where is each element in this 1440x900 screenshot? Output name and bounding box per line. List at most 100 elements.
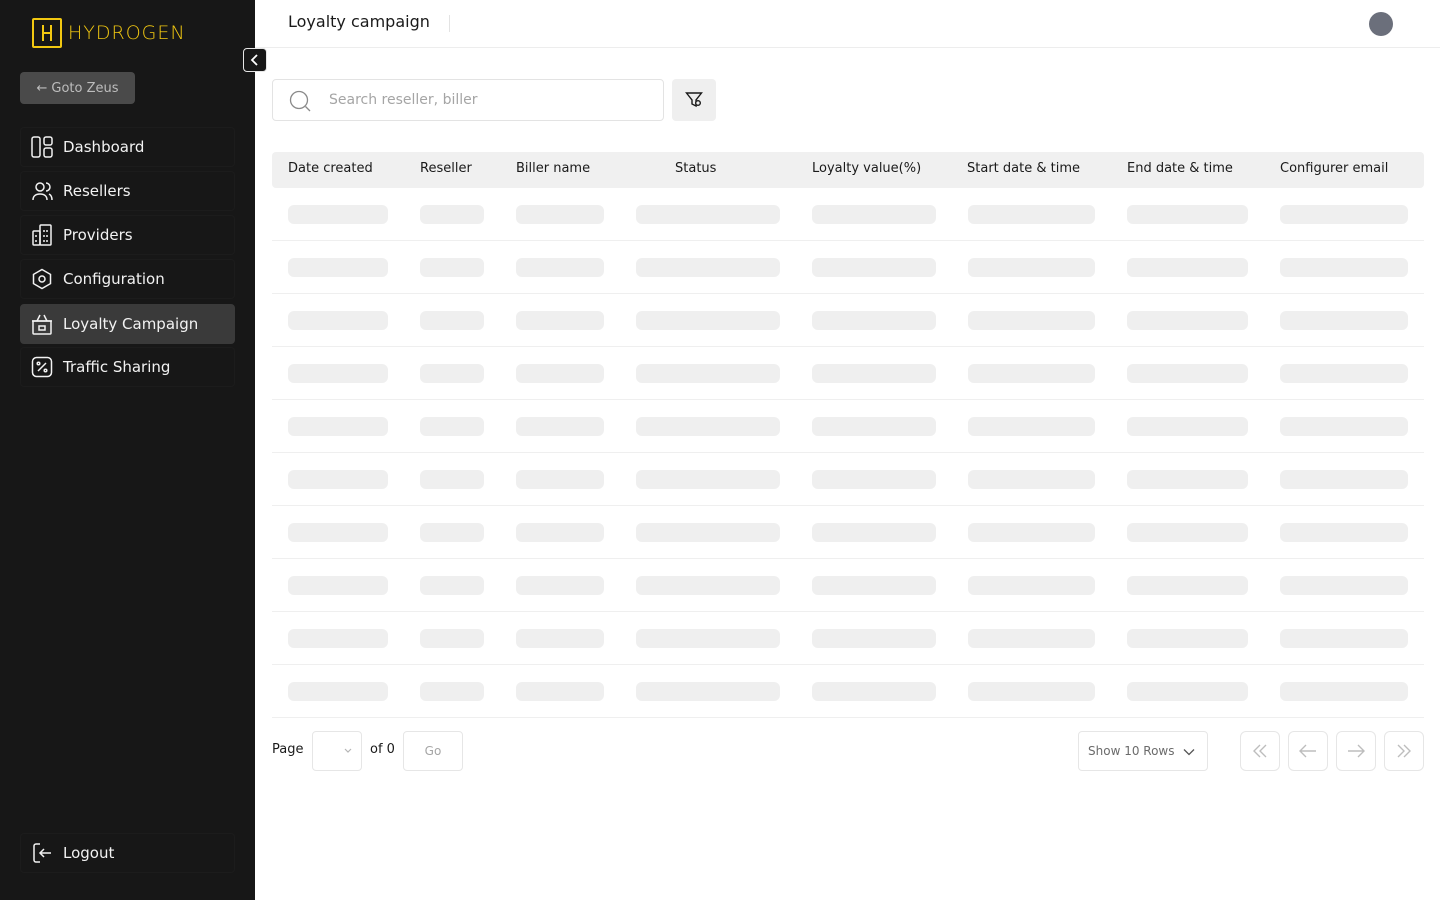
table-row bbox=[272, 559, 1424, 612]
loading-skeleton-cell bbox=[636, 311, 780, 330]
loading-skeleton-cell bbox=[1127, 258, 1248, 277]
table-row bbox=[272, 188, 1424, 241]
sidebar-item-traffic-sharing[interactable]: Traffic Sharing bbox=[20, 347, 235, 387]
loading-skeleton-cell bbox=[516, 576, 604, 595]
loading-skeleton-cell bbox=[516, 417, 604, 436]
loading-skeleton-cell bbox=[288, 682, 388, 701]
loading-skeleton-cell bbox=[1280, 470, 1408, 489]
loading-skeleton-cell bbox=[1280, 364, 1408, 383]
column-header-end-date[interactable]: End date & time bbox=[1127, 161, 1233, 176]
page-number-select[interactable] bbox=[312, 731, 362, 771]
loading-skeleton-cell bbox=[812, 417, 936, 436]
sidebar-item-label: Resellers bbox=[63, 182, 131, 200]
table-row bbox=[272, 241, 1424, 294]
sidebar-item-dashboard[interactable]: Dashboard bbox=[20, 127, 235, 167]
logo-mark-icon bbox=[32, 18, 62, 48]
table-row bbox=[272, 453, 1424, 506]
loading-skeleton-cell bbox=[1127, 417, 1248, 436]
column-header-loyalty-value[interactable]: Loyalty value(%) bbox=[812, 161, 921, 176]
table-row bbox=[272, 665, 1424, 718]
column-header-status[interactable]: Status bbox=[675, 161, 716, 176]
search-input[interactable] bbox=[329, 80, 649, 120]
first-page-button[interactable] bbox=[1240, 731, 1280, 771]
loading-skeleton-cell bbox=[516, 258, 604, 277]
loading-skeleton-cell bbox=[288, 311, 388, 330]
sidebar-item-label: Loyalty Campaign bbox=[63, 315, 199, 333]
avatar[interactable] bbox=[1369, 12, 1393, 36]
loading-skeleton-cell bbox=[420, 258, 484, 277]
loading-skeleton-cell bbox=[516, 470, 604, 489]
loading-skeleton-cell bbox=[968, 682, 1095, 701]
column-header-biller-name[interactable]: Biller name bbox=[516, 161, 590, 176]
logout-label: Logout bbox=[63, 844, 115, 862]
chevron-left-icon bbox=[250, 54, 258, 66]
previous-page-button[interactable] bbox=[1288, 731, 1328, 771]
loading-skeleton-cell bbox=[420, 417, 484, 436]
chevrons-right-icon bbox=[1397, 744, 1411, 758]
loading-skeleton-cell bbox=[1127, 205, 1248, 224]
loading-skeleton-cell bbox=[420, 364, 484, 383]
loading-skeleton-cell bbox=[516, 205, 604, 224]
loading-skeleton-cell bbox=[1127, 629, 1248, 648]
sidebar-item-resellers[interactable]: Resellers bbox=[20, 171, 235, 211]
top-header: Loyalty campaign bbox=[255, 0, 1440, 48]
filter-button[interactable] bbox=[672, 79, 716, 121]
loading-skeleton-cell bbox=[1280, 523, 1408, 542]
table-row bbox=[272, 506, 1424, 559]
building-icon bbox=[31, 224, 53, 246]
loading-skeleton-cell bbox=[1127, 523, 1248, 542]
rows-per-page-select[interactable]: Show 10 Rows bbox=[1078, 731, 1208, 771]
loading-skeleton-cell bbox=[636, 682, 780, 701]
column-header-start-date[interactable]: Start date & time bbox=[967, 161, 1080, 176]
loading-skeleton-cell bbox=[1280, 205, 1408, 224]
sidebar-item-providers[interactable]: Providers bbox=[20, 215, 235, 255]
arrow-left-icon: ← bbox=[36, 80, 48, 96]
sidebar-item-label: Providers bbox=[63, 226, 133, 244]
loading-skeleton-cell bbox=[812, 523, 936, 542]
goto-zeus-button[interactable]: ← Goto Zeus bbox=[20, 72, 135, 104]
users-icon bbox=[31, 180, 53, 202]
loading-skeleton-cell bbox=[968, 417, 1095, 436]
table-row bbox=[272, 347, 1424, 400]
arrow-left-icon bbox=[1299, 744, 1316, 758]
loading-skeleton-cell bbox=[812, 629, 936, 648]
chevrons-left-icon bbox=[1253, 744, 1267, 758]
table-header: Date created Reseller Biller name Status… bbox=[272, 152, 1424, 188]
loading-skeleton-cell bbox=[288, 470, 388, 489]
loading-skeleton-cell bbox=[968, 364, 1095, 383]
loading-skeleton-cell bbox=[420, 576, 484, 595]
brand-name: HYDROGEN bbox=[68, 22, 186, 44]
loading-skeleton-cell bbox=[288, 523, 388, 542]
page-title: Loyalty campaign bbox=[288, 12, 430, 31]
goto-zeus-label: Goto Zeus bbox=[51, 80, 119, 96]
last-page-button[interactable] bbox=[1384, 731, 1424, 771]
column-header-configurer-email[interactable]: Configurer email bbox=[1280, 161, 1388, 176]
sidebar-item-label: Traffic Sharing bbox=[63, 358, 171, 376]
loading-skeleton-cell bbox=[288, 417, 388, 436]
gift-basket-icon bbox=[31, 313, 53, 335]
chevron-down-icon bbox=[344, 748, 352, 753]
column-header-reseller[interactable]: Reseller bbox=[420, 161, 472, 176]
loading-skeleton-cell bbox=[1280, 417, 1408, 436]
table-row bbox=[272, 612, 1424, 665]
pagination: Page of 0 Go Show 10 Rows bbox=[272, 731, 1424, 771]
next-page-button[interactable] bbox=[1336, 731, 1376, 771]
go-button[interactable]: Go bbox=[403, 731, 463, 771]
sidebar-item-loyalty-campaign[interactable]: Loyalty Campaign bbox=[20, 304, 235, 344]
loading-skeleton-cell bbox=[968, 523, 1095, 542]
loading-skeleton-cell bbox=[1127, 576, 1248, 595]
loading-skeleton-cell bbox=[636, 258, 780, 277]
loading-skeleton-cell bbox=[516, 523, 604, 542]
search-icon bbox=[289, 90, 311, 116]
loading-skeleton-cell bbox=[1127, 682, 1248, 701]
loading-skeleton-cell bbox=[516, 311, 604, 330]
arrow-right-icon bbox=[1348, 744, 1365, 758]
column-header-date-created[interactable]: Date created bbox=[288, 161, 373, 176]
dashboard-icon bbox=[31, 136, 53, 158]
collapse-sidebar-button[interactable] bbox=[243, 48, 267, 72]
loading-skeleton-cell bbox=[812, 470, 936, 489]
logout-button[interactable]: Logout bbox=[20, 833, 235, 873]
loading-skeleton-cell bbox=[1127, 364, 1248, 383]
sidebar-item-configuration[interactable]: Configuration bbox=[20, 259, 235, 299]
loading-skeleton-cell bbox=[288, 629, 388, 648]
